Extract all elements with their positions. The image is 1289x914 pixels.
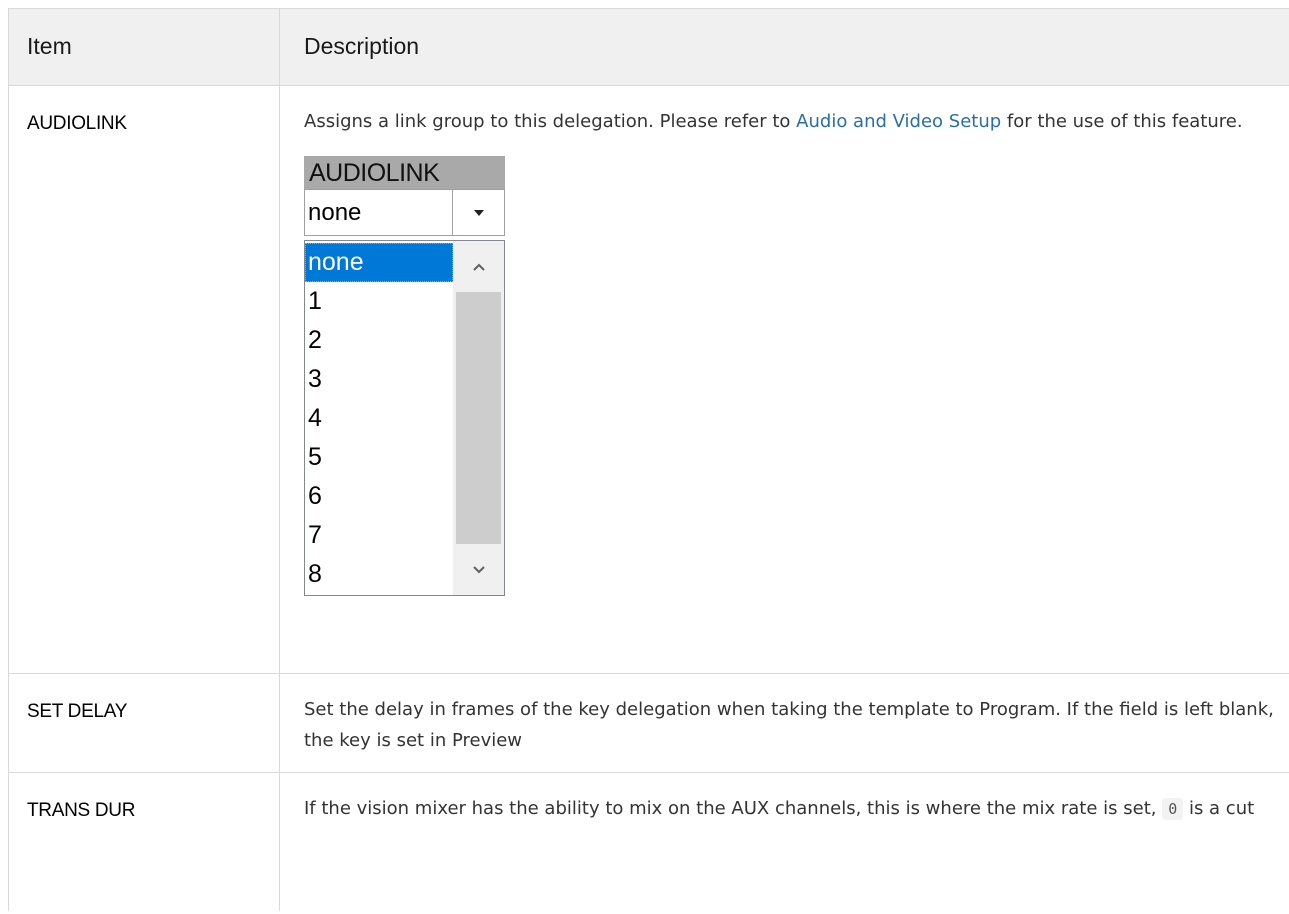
scroll-thumb[interactable] [456, 292, 501, 544]
option-7[interactable]: 7 [305, 516, 453, 555]
dropdown-value[interactable]: none [305, 190, 453, 235]
table-header-row: Item Description [8, 8, 1289, 86]
description-text: for the use of this feature. [1001, 111, 1243, 132]
option-6[interactable]: 6 [305, 477, 453, 516]
item-set-delay: SET DELAY [8, 673, 280, 773]
option-5[interactable]: 5 [305, 438, 453, 477]
scroll-down-button[interactable] [453, 544, 504, 595]
option-1[interactable]: 1 [305, 282, 453, 321]
dropdown-list[interactable]: none 1 2 3 4 5 6 7 8 [304, 240, 505, 596]
audiolink-dropdown[interactable]: none [304, 189, 505, 236]
item-trans-dur: TRANS DUR [8, 772, 280, 911]
audiolink-widget-screenshot: AUDIOLINK none none 1 2 3 4 5 6 7 8 [304, 156, 505, 596]
description-audiolink: Assigns a link group to this delegation.… [279, 85, 1289, 674]
audio-video-setup-link[interactable]: Audio and Video Setup [796, 111, 1001, 132]
option-3[interactable]: 3 [305, 360, 453, 399]
dropdown-button[interactable] [453, 190, 504, 235]
description-text: is a cut [1183, 798, 1255, 819]
widget-title: AUDIOLINK [304, 156, 505, 189]
option-none[interactable]: none [305, 243, 453, 282]
option-2[interactable]: 2 [305, 321, 453, 360]
options-table: Item Description AUDIOLINK Assigns a lin… [8, 8, 1289, 911]
description-trans-dur: If the vision mixer has the ability to m… [279, 772, 1289, 911]
scroll-track[interactable] [453, 292, 504, 544]
chevron-down-icon [472, 565, 485, 573]
header-description: Description [279, 8, 1289, 86]
table-row: AUDIOLINK Assigns a link group to this d… [8, 85, 1289, 674]
header-item: Item [8, 8, 280, 86]
description-text: If the vision mixer has the ability to m… [304, 798, 1163, 819]
table-row: TRANS DUR If the vision mixer has the ab… [8, 772, 1289, 911]
option-8[interactable]: 8 [305, 555, 453, 594]
scroll-up-button[interactable] [453, 241, 504, 292]
description-text: Assigns a link group to this delegation.… [304, 111, 797, 132]
list-scrollbar[interactable] [453, 241, 504, 595]
table-row: SET DELAY Set the delay in frames of the… [8, 673, 1289, 773]
inline-code: 0 [1162, 798, 1184, 820]
chevron-down-icon [473, 209, 484, 216]
option-4[interactable]: 4 [305, 399, 453, 438]
item-audiolink: AUDIOLINK [8, 85, 280, 674]
dropdown-options: none 1 2 3 4 5 6 7 8 [305, 241, 453, 595]
chevron-up-icon [472, 263, 485, 271]
description-set-delay: Set the delay in frames of the key deleg… [279, 673, 1289, 773]
